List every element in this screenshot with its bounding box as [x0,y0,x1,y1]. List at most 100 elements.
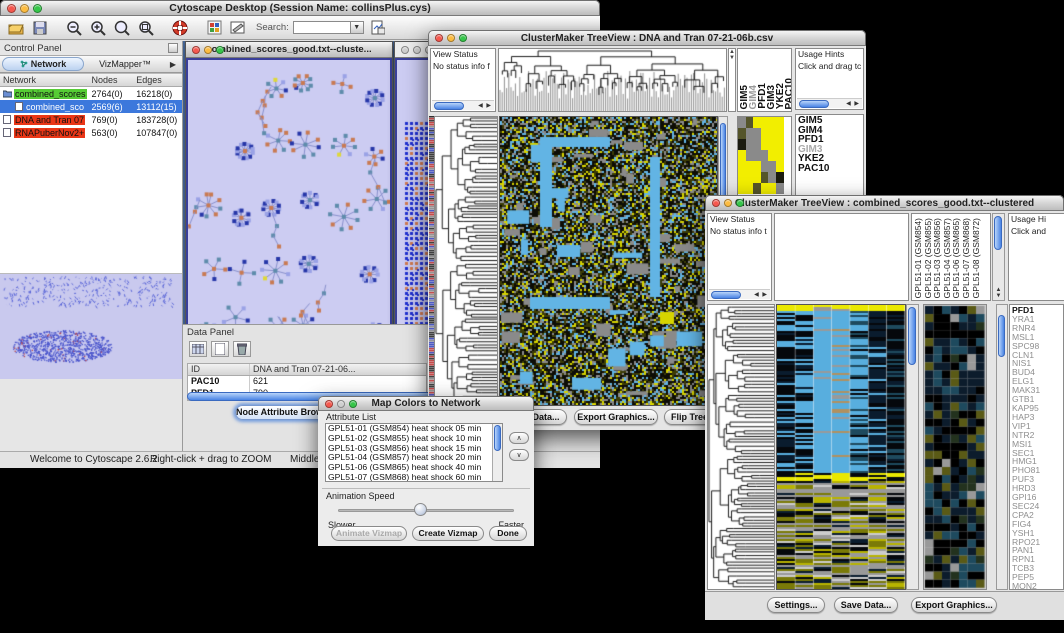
col-nodes[interactable]: Nodes [92,75,137,85]
attribute-list-scrollbar[interactable] [492,424,502,481]
tv1-export-graphics-button[interactable]: Export Graphics... [574,409,658,425]
status-welcome: Welcome to Cytoscape 2.6.2 [30,454,158,465]
tv2-gene-label[interactable]: MON2 [1012,582,1061,590]
scroll-arrows[interactable]: ▲▼ [993,287,1004,299]
tv1-column-label[interactable]: PAC10 [785,78,792,110]
zoom-button[interactable] [216,46,224,54]
col-id[interactable]: ID [188,364,250,375]
lifering-icon[interactable] [170,19,190,37]
col-network[interactable]: Network [0,75,92,85]
tv2-titlebar[interactable]: ClusterMaker TreeView : combined_scores_… [705,195,1064,211]
matrix-cell [746,128,754,139]
vizmapper-icon[interactable] [204,19,224,37]
minimize-button[interactable] [204,46,212,54]
new-attribute-icon[interactable] [211,341,229,357]
attribute-list: GPL51-01 (GSM854) heat shock 05 minGPL51… [325,423,503,482]
tv2-button-bar: Settings... Save Data... Export Graphics… [705,591,1064,620]
tv2-zoom-heatmap[interactable] [923,304,987,590]
netwin1-titlebar[interactable]: combined_scores_good.txt--cluste... [186,42,392,58]
close-button[interactable] [435,34,443,42]
dialog-titlebar[interactable]: Map Colors to Network [318,396,534,411]
import-table-icon[interactable] [368,19,388,37]
open-icon[interactable] [6,19,26,37]
save-icon[interactable] [30,19,50,37]
search-dropdown-icon[interactable]: ▼ [351,21,364,34]
move-up-button[interactable]: ∧ [509,432,529,444]
tv1-usage-hints-line1: Usage Hints [796,49,863,61]
network-overview-thumbnail[interactable] [0,274,182,379]
tv1-row-dendrogram[interactable] [434,116,498,406]
tv2-row-dendrogram[interactable] [707,304,775,590]
tv2-export-graphics-button[interactable]: Export Graphics... [911,597,997,613]
tv2-column-dendrogram[interactable] [774,213,909,301]
tv2-settings-button[interactable]: Settings... [767,597,825,613]
minimize-button[interactable] [337,400,345,408]
delete-attribute-icon[interactable] [233,341,251,357]
tv1-heatmap[interactable] [499,116,718,406]
control-panel: Control Panel Network VizMapper™ ▶ Netwo… [0,41,183,451]
annotation-icon[interactable] [228,19,248,37]
float-panel-icon[interactable] [168,43,178,53]
zoom-in-icon[interactable] [88,19,108,37]
minimize-button[interactable] [413,46,421,54]
tab-overflow-arrow[interactable]: ▶ [166,60,180,69]
tv1-hints-scrollbar[interactable]: ◀ ▶ [797,98,862,108]
tv1-zoom-matrix[interactable] [738,117,784,194]
tv2-save-data-button[interactable]: Save Data... [834,597,898,613]
edges-count: 107847(0) [136,128,182,138]
network-table-row[interactable]: DNA and Tran 07769(0)183728(0) [0,113,182,126]
tab-network[interactable]: Network [2,57,84,71]
matrix-cell [768,128,776,139]
matrix-cell [768,117,776,128]
zoom-button[interactable] [736,199,744,207]
matrix-cell [753,139,761,150]
network-view-window-1: combined_scores_good.txt--cluste... [185,41,393,363]
col-attr[interactable]: DNA and Tran 07-21-06... [250,364,426,375]
close-button[interactable] [325,400,333,408]
tv2-status-scrollbar[interactable]: ◀ ▶ [709,289,770,299]
zoom-fit-icon[interactable] [136,19,156,37]
tv1-side-scroll-arrows[interactable]: ▲▼ [728,48,736,112]
network-table-row[interactable]: combined_sco2569(6)13112(15) [0,100,182,113]
close-button[interactable] [192,46,200,54]
tv2-column-label[interactable]: GPL51-08 (GSM872) [972,218,982,298]
close-button[interactable] [7,4,16,13]
close-button[interactable] [712,199,720,207]
col-edges[interactable]: Edges [136,75,182,85]
tv2-heatmap-vscrollbar[interactable] [906,304,919,590]
zoom-button[interactable] [349,400,357,408]
network-name: combined_sco [26,102,84,112]
attribute-select-icon[interactable] [189,341,207,357]
main-titlebar[interactable]: Cytoscape Desktop (Session Name: collins… [0,0,600,16]
minimize-button[interactable] [447,34,455,42]
network-table-row[interactable]: combined_scores2764(0)16218(0) [0,87,182,100]
file-icon [3,128,12,137]
tv2-labels-vscrollbar[interactable]: ▲▼ [992,213,1005,301]
tab-vizmapper[interactable]: VizMapper™ [85,57,165,71]
tv2-genelist-vscrollbar[interactable] [996,304,1008,590]
network-name: RNAPuberNov2+ [14,128,85,138]
minimize-button[interactable] [20,4,29,13]
create-vizmap-button[interactable]: Create Vizmap [412,526,484,541]
tv1-status-scrollbar[interactable]: ◀ ▶ [432,100,494,110]
zoom-button[interactable] [459,34,467,42]
move-down-button[interactable]: ∨ [509,449,529,461]
zoom-button[interactable] [33,4,42,13]
tv2-heatmap[interactable] [776,304,906,590]
done-button[interactable]: Done [489,526,527,541]
node-attribute-browser-button[interactable]: Node Attribute Browser [235,405,331,420]
network-table-row[interactable]: RNAPuberNov2+563(0)107847(0) [0,126,182,139]
tv1-column-dendrogram[interactable] [498,48,727,112]
zoom-selected-icon[interactable] [112,19,132,37]
tv1-gene-label[interactable]: PAC10 [798,164,861,174]
close-button[interactable] [401,46,409,54]
tv1-titlebar[interactable]: ClusterMaker TreeView : DNA and Tran 07-… [428,30,866,46]
minimize-button[interactable] [724,199,732,207]
network-canvas-1[interactable] [186,58,392,362]
attribute-table-row[interactable]: PAC10621 [188,376,426,388]
zoom-out-icon[interactable] [64,19,84,37]
animate-vizmap-button[interactable]: Animate Vizmap [331,526,407,541]
attribute-item[interactable]: GPL51-07 (GSM868) heat shock 60 min [326,473,502,482]
search-input[interactable] [293,21,351,34]
speed-slider-thumb[interactable] [414,503,427,516]
